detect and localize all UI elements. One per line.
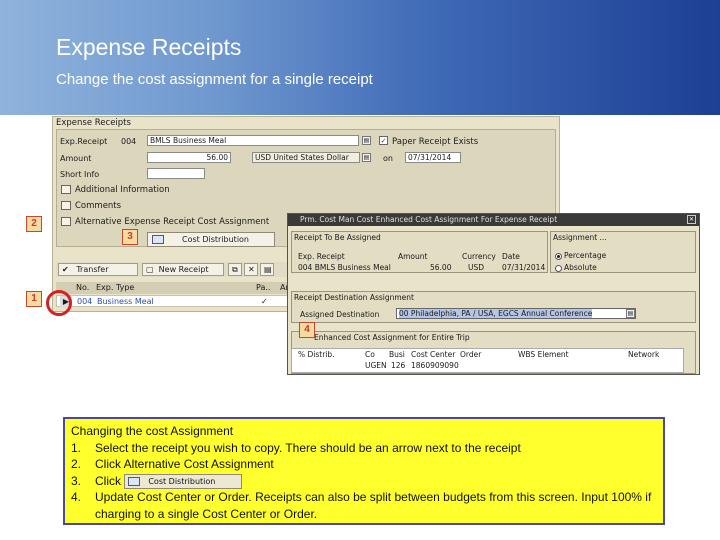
instructions-box: Changing the cost Assignment 1. Select th… (63, 417, 665, 525)
col-currency: Currency (462, 252, 496, 261)
marker-3: 3 (122, 229, 138, 245)
instructions-list: 1. Select the receipt you wish to copy. T… (71, 440, 657, 523)
col-network: Network (628, 350, 660, 359)
row-no: 004 (77, 297, 93, 306)
assigned-destination-field[interactable]: 00 Philadelphia, PA / USA, EGCS Annual C… (396, 308, 636, 319)
list-item: 4. Update Cost Center or Order. Receipts … (71, 490, 652, 521)
row-exp-type: Business Meal (97, 297, 154, 306)
percentage-radio[interactable]: Percentage (555, 251, 606, 260)
delete-icon[interactable]: ✕ (244, 263, 258, 276)
col-co: Co (365, 350, 375, 359)
col-cost-center: Cost Center (411, 350, 456, 359)
destination-lookup-icon[interactable]: ▤ (626, 309, 635, 318)
paper-receipt-checkbox[interactable]: ✓ (379, 136, 388, 145)
assigned-destination-label: Assigned Destination (300, 310, 380, 319)
cost-assignment-dialog: Prm. Cost Man Cost Enhanced Cost Assignm… (287, 213, 700, 375)
distribution-icon (128, 476, 141, 486)
window-title: Expense Receipts (56, 118, 131, 128)
dialog-title: Prm. Cost Man Cost Enhanced Cost Assignm… (288, 214, 699, 226)
amount-field[interactable]: 56.00 (147, 152, 231, 163)
comment-icon (61, 201, 71, 210)
col-busi: Busi (389, 350, 405, 359)
exp-receipt-lookup-icon[interactable]: ▤ (362, 136, 371, 145)
comments-link[interactable]: Comments (61, 201, 121, 211)
col-exp-type: Exp. Type (96, 283, 135, 292)
group-title: Assignment ... (553, 233, 607, 242)
cost-row-cost-center[interactable]: 1860909090 (411, 361, 459, 370)
table-row[interactable]: ▶ 004 Business Meal ✓ (56, 295, 294, 308)
col-no: No. (76, 283, 90, 292)
list-item: 3. Click Cost Distribution (71, 473, 657, 490)
receipt-grid-header: No. Exp. Type Pa.. An (56, 282, 294, 294)
short-info-label: Short Info (60, 170, 100, 179)
alternative-cost-assignment-link[interactable]: Alternative Expense Receipt Cost Assignm… (61, 217, 269, 227)
page-subtitle: Change the cost assignment for a single … (56, 71, 373, 88)
amount-value: 56.00 (430, 263, 452, 272)
date-field[interactable]: 07/31/2014 (405, 152, 461, 163)
page-title: Expense Receipts (56, 34, 242, 60)
new-receipt-button[interactable]: ▢ New Receipt (142, 263, 224, 276)
marker-4: 4 (299, 322, 315, 338)
col-amount: Amount (398, 252, 428, 261)
amount-label: Amount (60, 154, 92, 163)
col-order: Order (460, 350, 482, 359)
row-checkbox[interactable]: ✓ (261, 296, 268, 308)
short-info-field[interactable] (147, 168, 205, 179)
date-value: 07/31/2014 (502, 263, 546, 272)
group-title: Receipt To Be Assigned (294, 233, 381, 242)
selection-highlight-ring (46, 290, 72, 316)
assignment-icon (61, 217, 71, 226)
currency-field[interactable]: USD United States Dollar (252, 152, 360, 163)
cost-row-busi[interactable]: 126 (391, 361, 405, 370)
distribution-icon (152, 235, 164, 244)
cost-row-co[interactable]: UGEN (365, 361, 387, 370)
exp-receipt-field[interactable]: BMLS Business Meal (147, 135, 359, 146)
exp-receipt-number: 004 (121, 137, 137, 146)
marker-1: 1 (26, 291, 42, 307)
receipt-value: 004 BMLS Business Meal (298, 263, 391, 272)
close-icon[interactable]: ✕ (687, 215, 696, 224)
header-banner: Expense Receipts Change the cost assignm… (0, 0, 720, 115)
copy-icon[interactable]: ⧉ (228, 263, 242, 276)
group-title: Receipt Destination Assignment (294, 293, 414, 302)
col-pa: Pa.. (256, 283, 271, 292)
marker-2: 2 (26, 216, 42, 232)
assignment-group: Assignment ... Percentage Absolute (550, 231, 696, 273)
additional-information-link[interactable]: Additional Information (61, 185, 170, 195)
list-item: 2. Click Alternative Cost Assignment (71, 457, 274, 471)
col-date: Date (502, 252, 520, 261)
list-item: 1. Select the receipt you wish to copy. T… (71, 440, 521, 455)
paper-receipt-label: Paper Receipt Exists (392, 137, 479, 147)
exp-receipt-label: Exp.Receipt (60, 137, 108, 146)
receipt-to-be-assigned-group: Receipt To Be Assigned Exp. Receipt Amou… (291, 231, 548, 273)
col-distrib: % Distrib. (298, 350, 335, 359)
info-icon (61, 185, 71, 194)
transfer-button[interactable]: ✔ Transfer (58, 263, 138, 276)
details-icon[interactable]: ▤ (260, 263, 274, 276)
col-wbs-element: WBS Element (518, 350, 569, 359)
instructions-heading: Changing the cost Assignment (71, 424, 234, 438)
on-label: on (383, 154, 393, 163)
cost-assignment-grid: % Distrib. Co Busi Cost Center Order WBS… (291, 348, 684, 373)
group-title: Enhanced Cost Assignment for Entire Trip (314, 333, 470, 342)
currency-lookup-icon[interactable]: ▤ (362, 153, 371, 162)
cost-distribution-inline-button: Cost Distribution (124, 473, 243, 489)
col-exp-receipt: Exp. Receipt (298, 252, 345, 261)
cost-distribution-button[interactable]: Cost Distribution (147, 232, 275, 247)
currency-value: USD (468, 263, 485, 272)
absolute-radio[interactable]: Absolute (555, 263, 597, 272)
